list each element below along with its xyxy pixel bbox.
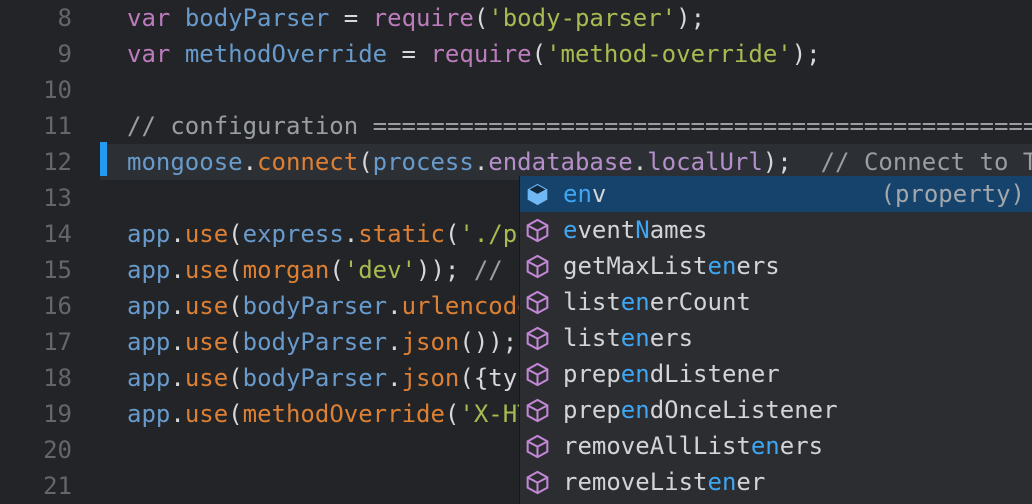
method-icon (525, 434, 550, 459)
suggestion-item-prependOnceListener[interactable]: prependOnceListener (520, 392, 1032, 428)
code-text (72, 72, 127, 108)
code-line[interactable]: 12mongoose.connect(process.endatabase.lo… (0, 144, 1032, 180)
method-icon (525, 218, 550, 243)
suggestion-item-getMaxListeners[interactable]: getMaxListeners (520, 248, 1032, 284)
line-number: 21 (0, 468, 72, 504)
code-line[interactable]: 8var bodyParser = require('body-parser')… (0, 0, 1032, 36)
suggestion-item-listeners[interactable]: listeners (520, 320, 1032, 356)
method-icon (525, 398, 550, 423)
line-number: 11 (0, 108, 72, 144)
suggestion-item-listenerCount[interactable]: listenerCount (520, 284, 1032, 320)
line-number: 13 (0, 180, 72, 216)
method-icon (525, 326, 550, 351)
code-text: app.use(bodyParser.json()); (72, 324, 517, 360)
suggestion-label: removeAllListeners (563, 428, 823, 464)
suggestion-item-prependListener[interactable]: prependListener (520, 356, 1032, 392)
suggestion-label: prependListener (563, 356, 780, 392)
suggestion-item-env[interactable]: env (property) (520, 176, 1032, 212)
suggestion-label: prependOnceListener (563, 392, 838, 428)
suggestion-item-removeListener[interactable]: removeListener (520, 464, 1032, 500)
suggestion-label: removeListener (563, 464, 765, 500)
method-icon (525, 362, 550, 387)
cursor-indicator (100, 142, 107, 176)
code-text: // configuration =======================… (72, 108, 1032, 144)
code-line[interactable]: 10 (0, 72, 1032, 108)
line-number: 18 (0, 360, 72, 396)
line-number: 14 (0, 216, 72, 252)
suggestion-item-eventNames[interactable]: eventNames (520, 212, 1032, 248)
line-number: 19 (0, 396, 72, 432)
line-number: 9 (0, 36, 72, 72)
code-text (72, 468, 127, 504)
line-number: 17 (0, 324, 72, 360)
line-number: 16 (0, 288, 72, 324)
line-number: 20 (0, 432, 72, 468)
suggestion-meta: (property) (881, 176, 1032, 212)
code-line[interactable]: 9var methodOverride = require('method-ov… (0, 36, 1032, 72)
code-text: var bodyParser = require('body-parser'); (72, 0, 705, 36)
code-text: var methodOverride = require('method-ove… (72, 36, 821, 72)
line-number: 12 (0, 144, 72, 180)
line-number: 8 (0, 0, 72, 36)
code-text: mongoose.connect(process.endatabase.loca… (72, 144, 1032, 180)
suggestion-label: env (563, 176, 606, 212)
method-icon (525, 290, 550, 315)
code-text (72, 180, 127, 216)
suggestion-label: listeners (563, 320, 693, 356)
suggestion-label: listenerCount (563, 284, 751, 320)
suggestion-label: eventNames (563, 212, 708, 248)
method-icon (525, 254, 550, 279)
suggestion-item-removeAllListeners[interactable]: removeAllListeners (520, 428, 1032, 464)
line-number: 15 (0, 252, 72, 288)
property-icon (525, 182, 550, 207)
line-number: 10 (0, 72, 72, 108)
method-icon (525, 470, 550, 495)
code-editor: 8var bodyParser = require('body-parser')… (0, 0, 1032, 504)
autocomplete-popup: env (property) eventNames getMaxListeners… (519, 176, 1032, 504)
suggestion-label: getMaxListeners (563, 248, 780, 284)
code-line[interactable]: 11// configuration =====================… (0, 108, 1032, 144)
code-text (72, 432, 127, 468)
